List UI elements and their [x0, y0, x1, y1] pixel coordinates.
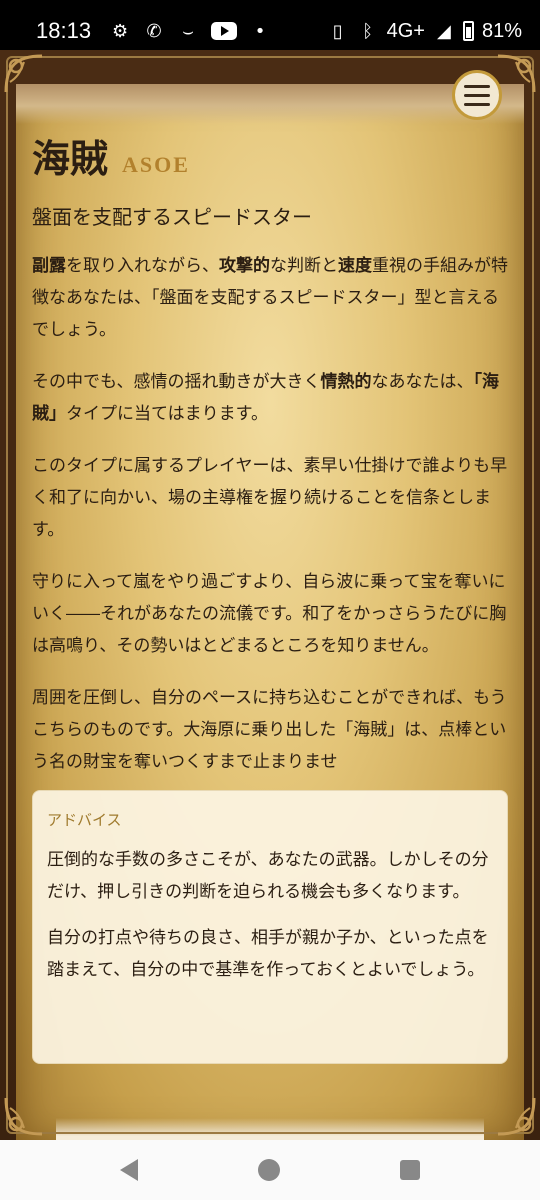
youtube-icon [211, 22, 238, 40]
paragraph-text: このタイプに属するプレイヤーは、素早い仕掛けで誰よりも早く和了に向かい、場の主導… [32, 456, 508, 540]
emphasis-text: 情熱的 [320, 372, 372, 392]
emphasis-text: 副露 [32, 256, 66, 276]
status-time: 18:13 [36, 18, 92, 43]
result-content: 海賊 ASOE 盤面を支配するスピードスター 副露を取り入れながら、攻撃的な判断… [32, 128, 510, 778]
title-row: 海賊 ASOE [32, 128, 510, 183]
advice-box: アドバイス 圧倒的な手数の多さこそが、あなたの武器。しかしその分だけ、押し引きの… [32, 790, 508, 1064]
description-paragraph: 守りに入って嵐をやり過ごすより、自ら波に乗って宝を奪いにいく――それがあなたの流… [32, 566, 510, 662]
hamburger-menu-icon [464, 84, 490, 88]
home-icon[interactable] [258, 1159, 280, 1181]
paragraph-text: 守りに入って嵐をやり過ごすより、自ら波に乗って宝を奪いにいく――それがあなたの流… [32, 572, 507, 656]
amazon-icon: ⌣ [182, 20, 194, 42]
paragraph-text: タイプに当てはまります。 [66, 404, 268, 424]
status-icons-left: ⚙ ✆ ⌣ • [109, 20, 271, 42]
signal-icon: ◢ [437, 20, 451, 41]
nfc-icon: ▯ [332, 20, 343, 41]
emphasis-text: 速度 [338, 256, 372, 276]
advice-paragraph: 圧倒的な手数の多さこそが、あなたの武器。しかしその分だけ、押し引きの判断を迫られ… [47, 850, 489, 902]
status-icons-right: ▯ ᛒ 4G+ ◢ 81% [327, 20, 522, 43]
page-title: 海賊 [32, 136, 109, 181]
bluetooth-icon: ᛒ [362, 20, 374, 41]
android-nav-bar [0, 1140, 540, 1200]
paragraph-text: なあなたは、 [371, 372, 474, 392]
paragraph-text: その中でも、感情の揺れ動きが大きく [32, 372, 321, 392]
description-body: 副露を取り入れながら、攻撃的な判断と速度重視の手組みが特徴なあなたは、「盤面を支… [32, 250, 510, 778]
description-paragraph: このタイプに属するプレイヤーは、素早い仕掛けで誰よりも早く和了に向かい、場の主導… [32, 450, 510, 546]
paragraph-text: を取り入れながら、 [66, 256, 219, 276]
network-type: 4G+ [386, 19, 425, 42]
hamburger-menu-button[interactable] [452, 70, 502, 120]
dot-icon: • [254, 20, 266, 42]
advice-label: アドバイス [47, 811, 122, 829]
frame-corner-ornament-icon [494, 1094, 538, 1138]
paragraph-text: な判断と [270, 256, 338, 276]
description-paragraph: 周囲を圧倒し、自分のペースに持ち込むことができれば、もうこちらのものです。大海原… [32, 682, 510, 778]
back-icon[interactable] [120, 1159, 138, 1181]
phone-wifi-icon: ✆ [146, 20, 162, 42]
description-paragraph: 副露を取り入れながら、攻撃的な判断と速度重視の手組みが特徴なあなたは、「盤面を支… [32, 250, 510, 346]
title-romaji: ASOE [122, 152, 190, 177]
battery-percent: 81% [481, 19, 522, 42]
type-tagline: 盤面を支配するスピードスター [32, 205, 312, 229]
advice-paragraph: 自分の打点や待ちの良さ、相手が親か子か、といった点を踏まえて、自分の中で基準を作… [47, 928, 489, 980]
paragraph-text: 周囲を圧倒し、自分のペースに持ち込むことができれば、もうこちらのものです。大海原… [32, 688, 507, 772]
emphasis-text: 攻撃的 [219, 256, 270, 276]
description-paragraph: その中でも、感情の揺れ動きが大きく情熱的なあなたは、「海賊」タイプに当てはまりま… [32, 366, 510, 430]
frame-corner-ornament-icon [2, 52, 46, 96]
battery-icon [462, 21, 474, 41]
frame-corner-ornament-icon [2, 1094, 46, 1138]
recent-apps-icon[interactable] [400, 1160, 420, 1180]
gear-icon: ⚙ [111, 20, 129, 42]
